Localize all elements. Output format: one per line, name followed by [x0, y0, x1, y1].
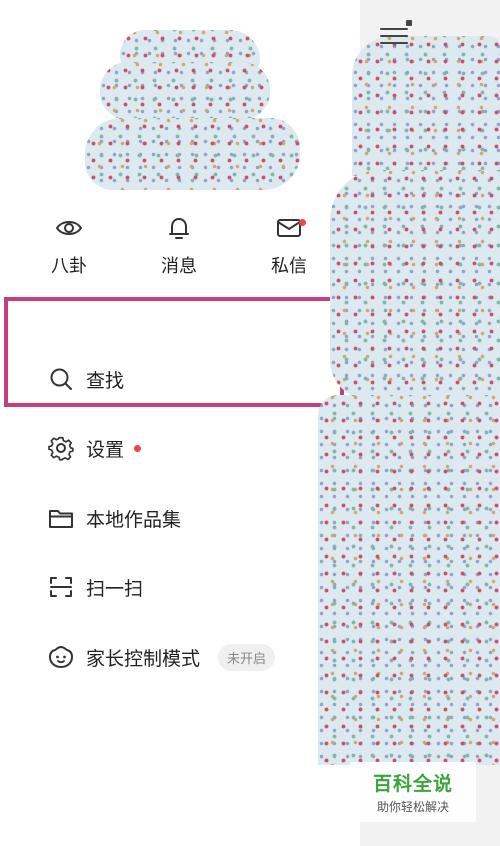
side-drawer: 八卦 消息 私信 查找 设置 本地作品集 扫一扫 家长控制模式 未开启: [0, 0, 360, 846]
parental-status-badge: 未开启: [218, 643, 276, 671]
messages-button[interactable]: 消息: [139, 214, 219, 278]
menu-item-search-label: 查找: [86, 369, 125, 392]
messages-label: 消息: [161, 256, 197, 277]
folder-icon: [49, 510, 73, 528]
menu-item-parental-control[interactable]: 家长控制模式 未开启: [48, 639, 276, 675]
quick-actions-row: 八卦 消息 私信: [0, 214, 345, 294]
settings-notification-dot: [134, 444, 142, 452]
background-figure-redaction: [352, 36, 500, 176]
menu-item-parental-control-label: 家长控制模式: [86, 647, 201, 670]
child-face-icon: [49, 646, 73, 668]
gossip-label: 八卦: [51, 256, 87, 277]
search-icon: [50, 368, 72, 390]
eye-icon: [55, 221, 83, 235]
gear-icon: [48, 436, 74, 461]
menu-item-settings[interactable]: 设置: [48, 430, 142, 466]
hamburger-menu-icon[interactable]: [380, 20, 412, 48]
menu-item-settings-label: 设置: [86, 438, 125, 461]
mail-icon: [277, 219, 301, 237]
menu-item-local-works-label: 本地作品集: [86, 508, 182, 531]
username-redaction: [100, 62, 270, 120]
menu-item-scan[interactable]: 扫一扫: [48, 569, 143, 605]
menu-item-search[interactable]: 查找: [48, 361, 124, 397]
private-message-button[interactable]: 私信: [249, 214, 329, 278]
username-redaction: [85, 118, 300, 190]
private-message-badge: [299, 219, 306, 226]
watermark-title: 百科全说: [372, 773, 453, 795]
menu-item-local-works[interactable]: 本地作品集: [48, 500, 181, 536]
watermark-logo: 百科全说 助你轻松解决: [350, 762, 476, 822]
bell-icon: [169, 218, 189, 239]
watermark-subtitle: 助你轻松解决: [376, 800, 449, 814]
background-figure-redaction: [318, 395, 500, 765]
menu-notification-dot: [406, 20, 412, 26]
gossip-button[interactable]: 八卦: [29, 214, 109, 278]
menu-item-scan-label: 扫一扫: [86, 577, 144, 600]
private-message-label: 私信: [271, 256, 307, 277]
background-figure-redaction: [330, 170, 500, 400]
scan-icon: [50, 577, 72, 597]
